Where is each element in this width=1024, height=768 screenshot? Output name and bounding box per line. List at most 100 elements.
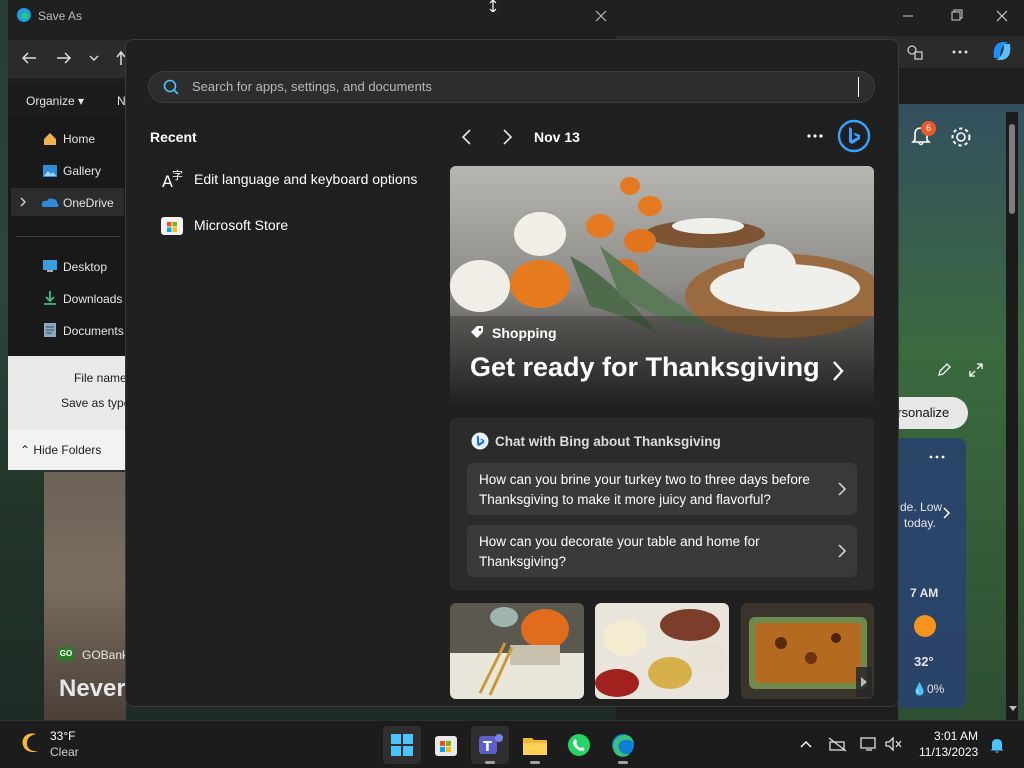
recent-section-title: Recent [150,129,197,145]
teams-running-indicator [485,761,495,764]
previous-day-button[interactable] [455,125,479,149]
casserole-image [741,603,874,699]
file-name-label: File name [74,371,127,385]
resize-cursor-icon [488,0,498,12]
edge-scrollbar-thumb[interactable] [1009,124,1015,214]
chat-question-1[interactable]: How can you brine your turkey two to thr… [467,463,857,515]
weather-more-icon[interactable] [928,452,946,462]
language-icon: A字 [160,167,184,191]
recent-item-language[interactable]: A字 Edit language and keyboard options [150,161,432,197]
svg-text:T: T [483,740,492,755]
minimize-button[interactable] [896,6,920,26]
teams-icon: T [479,734,503,755]
organize-label: Organize [26,94,75,108]
tag-icon [470,326,486,340]
dialog-close-icon[interactable] [593,8,609,24]
clock-date[interactable]: 11/13/2023 [919,745,978,759]
feed-date: Nov 13 [534,129,580,145]
display-icon[interactable] [860,736,878,752]
thumbnails-scroll-right-button[interactable] [856,667,872,697]
weather-summary-line-2: today. [904,516,936,530]
dialog-title: Save As [38,9,83,23]
moon-weather-icon[interactable] [18,730,44,756]
onedrive-cloud-icon [41,196,59,208]
notification-bell-icon[interactable] [988,736,1006,754]
nav-item-gallery[interactable]: Gallery [63,164,101,178]
taskbar-weather-desc[interactable]: Clear [50,745,79,759]
bing-icon[interactable] [837,119,871,153]
taskbar-file-explorer-button[interactable] [516,726,554,764]
nav-item-home[interactable]: Home [63,132,95,146]
chat-question-text: How can you brine your turkey two to thr… [479,472,810,507]
speaker-muted-icon[interactable] [884,736,904,752]
food-spread-thumbnail[interactable] [595,603,729,699]
close-window-button[interactable] [990,6,1014,26]
whatsapp-icon [568,734,590,756]
food-spread-image [595,603,729,699]
thankful-table-thumbnail[interactable] [450,603,584,699]
expand-icon[interactable] [968,362,984,378]
news-source-logo: GO [58,647,74,661]
precip-percent: 0% [926,682,945,696]
recent-locations-icon[interactable] [88,52,100,64]
precipitation-value: 💧0% [912,682,945,696]
recent-item-label: Microsoft Store [194,217,289,233]
bing-chat-icon [471,432,489,450]
taskbar-weather-temp[interactable]: 33°F [50,729,75,743]
restore-button[interactable] [944,6,968,26]
scroll-down-icon[interactable] [1008,703,1018,713]
nav-item-onedrive[interactable]: OneDrive [63,196,114,210]
taskbar-whatsapp-button[interactable] [560,726,598,764]
hero-title[interactable]: Get ready for Thanksgiving [470,352,820,383]
chat-card-title: Chat with Bing about Thanksgiving [495,434,721,449]
organize-button[interactable]: Organize ▾ [26,94,84,108]
notification-count-badge: 6 [921,121,936,136]
desktop-icon [42,259,58,273]
news-headline[interactable]: Never [59,675,126,703]
nav-divider [16,236,120,237]
chat-question-2[interactable]: How can you decorate your table and home… [467,525,857,577]
next-day-button[interactable] [495,125,519,149]
recent-item-store[interactable]: Microsoft Store [150,207,432,243]
show-hidden-icons-chevron-up-icon[interactable] [798,736,814,752]
taskbar-store-button[interactable] [427,726,465,764]
documents-icon [43,322,57,338]
nav-item-desktop[interactable]: Desktop [63,260,107,274]
forward-arrow-icon[interactable] [55,50,73,66]
start-icon [391,734,413,756]
weather-hour-temp: 32° [914,654,934,669]
hero-category: Shopping [492,325,557,341]
edge-running-indicator [618,761,628,764]
thankful-table-image [450,603,584,699]
back-arrow-icon[interactable] [20,50,38,66]
chevron-right-icon[interactable] [940,505,952,521]
browser-essentials-icon[interactable] [905,42,925,62]
copilot-icon[interactable] [988,38,1016,64]
edit-icon[interactable] [936,362,952,378]
network-disconnected-icon[interactable] [828,736,848,752]
more-options-icon[interactable] [950,42,970,62]
search-icon [163,79,179,95]
hide-folders-button[interactable]: ⌃ Hide Folders [20,443,101,457]
hero-chevron-right-icon[interactable] [828,358,848,384]
store-icon [160,213,184,237]
edge-app-icon [16,7,32,23]
save-as-titlebar [8,0,616,32]
weather-hour: 7 AM [910,586,939,600]
chat-question-text: How can you decorate your table and home… [479,534,760,569]
taskbar-edge-button[interactable] [604,726,642,764]
start-button[interactable] [383,726,421,764]
settings-gear-icon[interactable] [948,124,974,150]
taskbar-teams-button[interactable]: T [471,726,509,764]
explorer-running-indicator [530,761,540,764]
feed-more-icon[interactable] [804,126,826,146]
chevron-right-icon [837,481,847,497]
sun-icon [914,615,936,637]
clock-time[interactable]: 3:01 AM [934,729,978,743]
expand-chevron-icon[interactable] [18,196,28,208]
home-icon [42,131,58,147]
nav-item-downloads[interactable]: Downloads [63,292,122,306]
search-placeholder: Search for apps, settings, and documents [192,79,432,94]
casserole-thumbnail[interactable] [741,603,874,699]
nav-item-documents[interactable]: Documents [63,324,124,338]
